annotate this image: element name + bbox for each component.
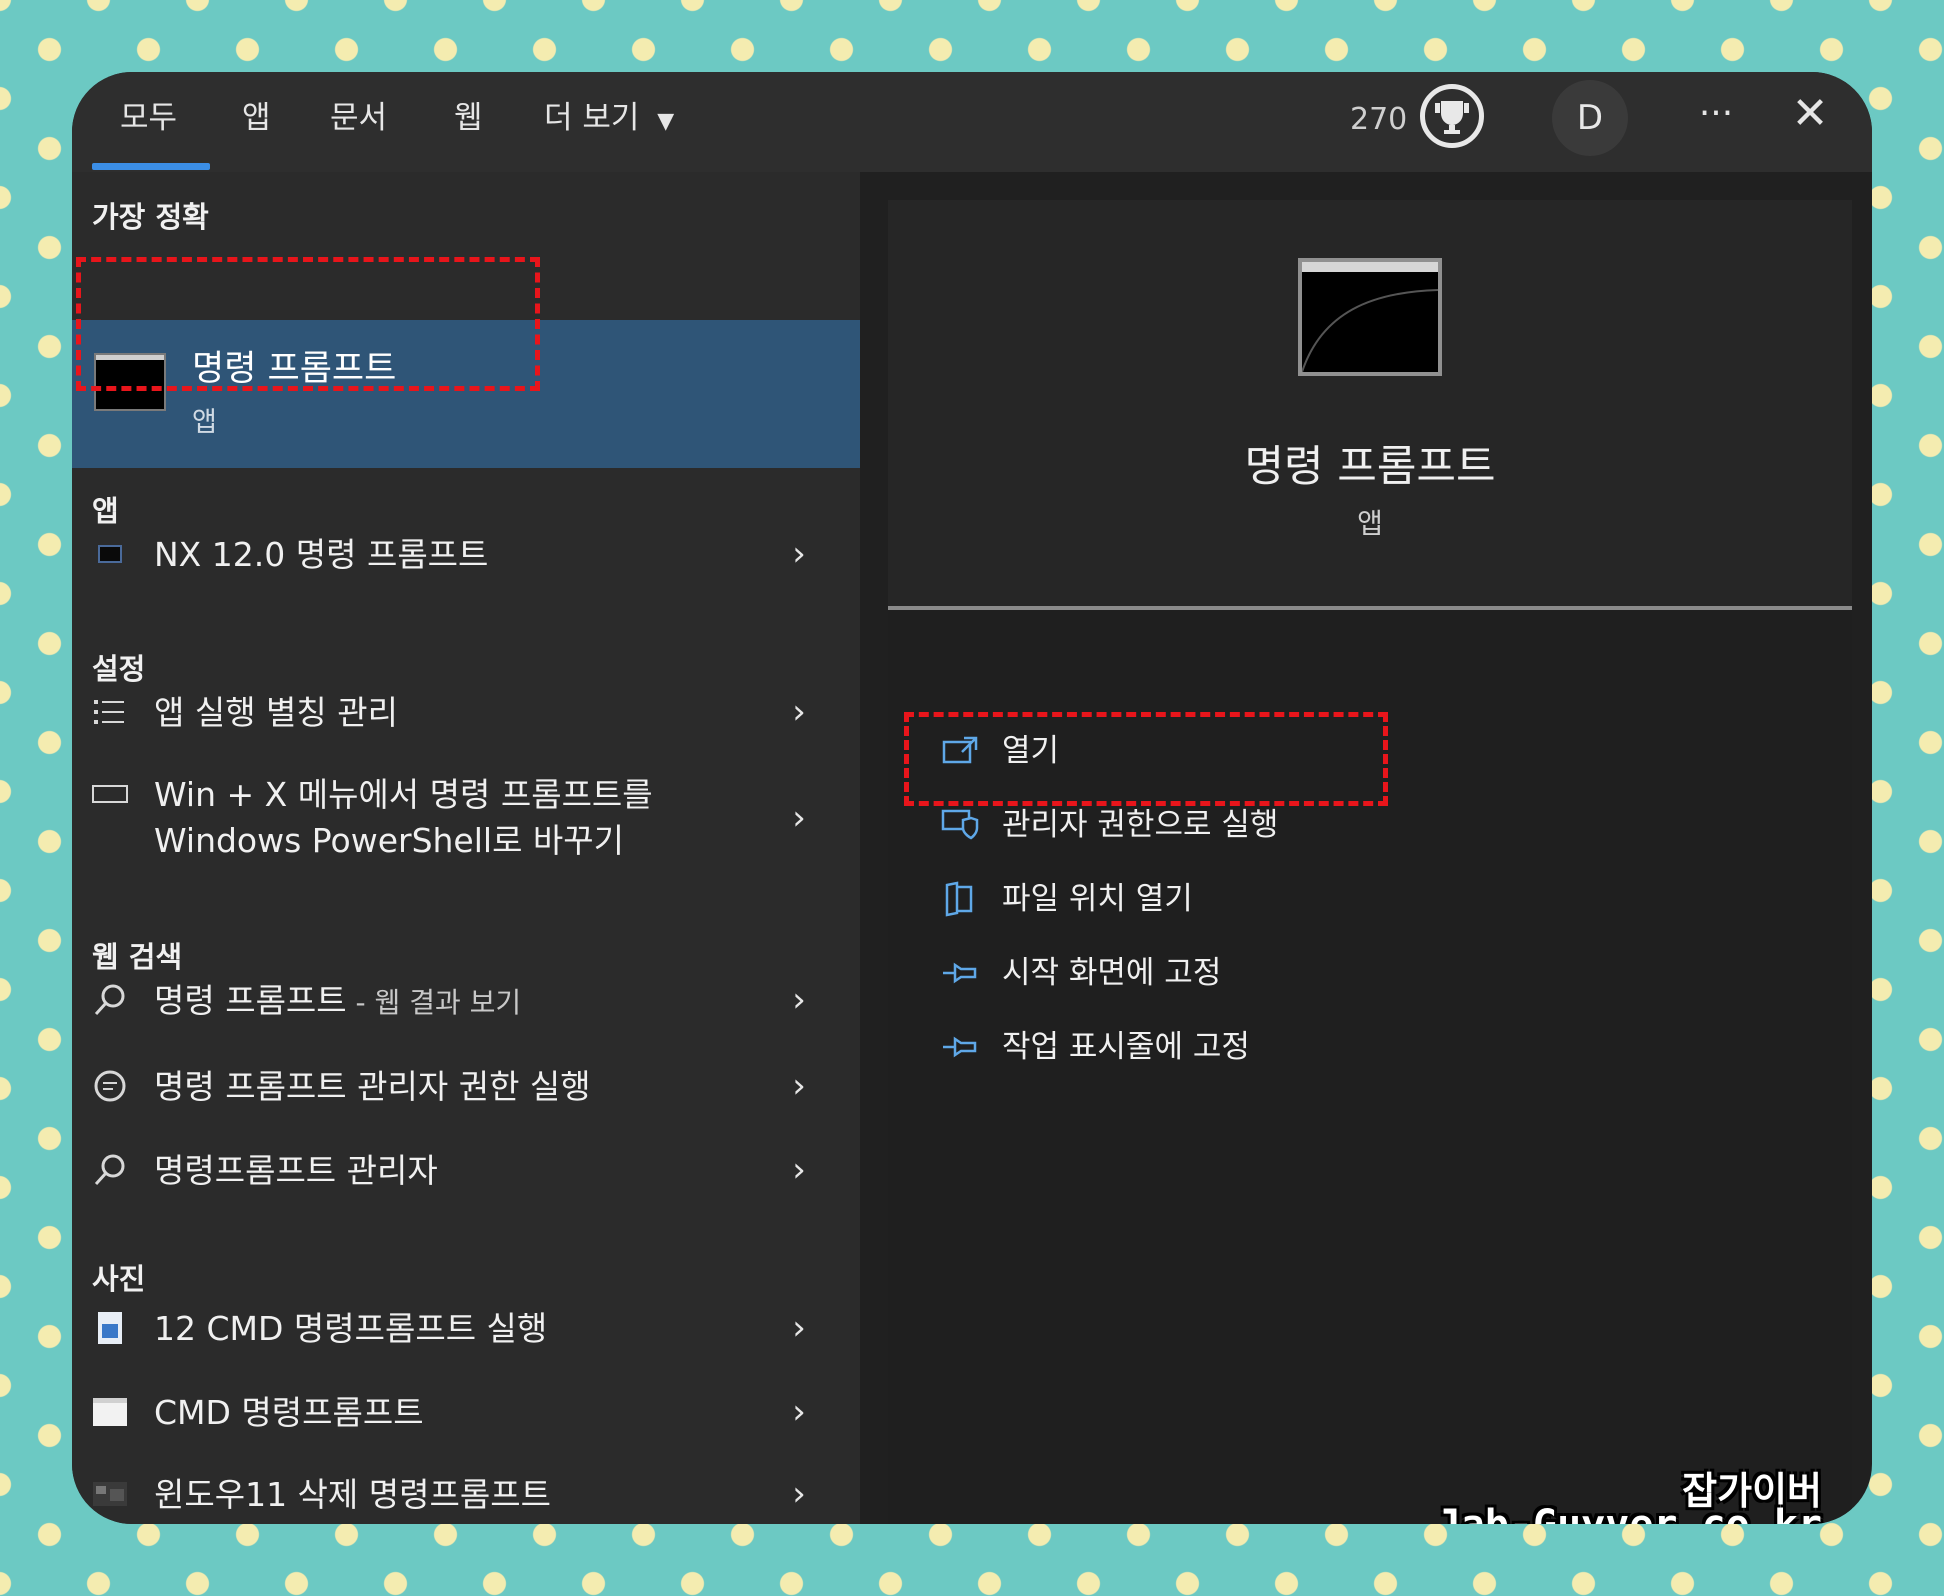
tab-apps[interactable]: 앱: [242, 90, 271, 146]
chevron-right-icon[interactable]: ›: [784, 1148, 814, 1192]
action-label: 관리자 권한으로 실행: [1002, 807, 1279, 843]
command-prompt-large-icon: [1298, 258, 1442, 376]
preview-header: 명령 프롬프트 앱: [888, 200, 1852, 606]
trophy-icon[interactable]: [1420, 84, 1484, 148]
preview-pane: 명령 프롬프트 앱 열기 관리자 권한으로 실행 파일 위치 열기 시작 화면에…: [888, 200, 1852, 1524]
chevron-right-icon[interactable]: ›: [784, 532, 814, 576]
list-icon: [88, 690, 132, 734]
divider: [888, 606, 1852, 610]
pin-icon: [938, 1025, 982, 1069]
tab-documents[interactable]: 문서: [330, 90, 387, 146]
rewards-points: 270: [1350, 102, 1408, 137]
chevron-right-icon[interactable]: ›: [784, 1306, 814, 1350]
section-best-match: 가장 정확: [92, 200, 209, 234]
web-suffix: - 웹 결과 보기: [346, 986, 522, 1019]
image-file-icon: [88, 1390, 132, 1434]
folder-icon: [938, 877, 982, 921]
section-web-search: 웹 검색: [92, 940, 183, 974]
action-label: 작업 표시줄에 고정: [1002, 1029, 1250, 1065]
search-topbar: 모두 앱 문서 웹 더 보기 ▼ 270 D ··· ✕: [72, 72, 1872, 172]
annotation-box-best-match: [76, 257, 540, 391]
active-tab-indicator: [92, 163, 210, 170]
shield-icon: [938, 803, 982, 847]
keyboard-icon: [88, 772, 132, 816]
chevron-down-icon: ▼: [657, 109, 675, 134]
section-settings: 설정: [92, 652, 146, 686]
search-window: 모두 앱 문서 웹 더 보기 ▼ 270 D ··· ✕ 가장 정확 명령 프롬…: [72, 72, 1872, 1524]
action-label: 파일 위치 열기: [1002, 881, 1193, 917]
chevron-right-icon[interactable]: ›: [784, 796, 814, 840]
list-item-label: 명령 프롬프트 - 웹 결과 보기: [154, 978, 521, 1026]
image-file-icon: [88, 1472, 132, 1516]
image-file-icon: [88, 1306, 132, 1350]
list-item-label: NX 12.0 명령 프롬프트: [154, 535, 489, 574]
list-item-label: 명령 프롬프트 관리자 권한 실행: [154, 1067, 591, 1106]
pin-icon: [938, 951, 982, 995]
list-item-winx-powershell[interactable]: Win + X 메뉴에서 명령 프롬프트를 Windows PowerShell…: [72, 772, 860, 864]
chevron-right-icon[interactable]: ›: [784, 1390, 814, 1434]
section-apps: 앱: [92, 494, 119, 528]
chat-icon: [88, 1064, 132, 1108]
preview-type: 앱: [1357, 507, 1383, 540]
terminal-icon: [88, 532, 132, 576]
list-item-label: CMD 명령프롬프트: [154, 1393, 424, 1432]
best-match-type: 앱: [192, 407, 217, 438]
chevron-right-icon[interactable]: ›: [784, 690, 814, 734]
list-item-label: 윈도우11 삭제 명령프롬프트: [154, 1475, 551, 1514]
preview-title: 명령 프롬프트: [1244, 442, 1496, 492]
chevron-right-icon[interactable]: ›: [784, 1472, 814, 1516]
list-item-label: 12 CMD 명령프롬프트 실행: [154, 1309, 548, 1348]
avatar[interactable]: D: [1552, 80, 1628, 156]
section-photos: 사진: [92, 1262, 146, 1296]
chevron-right-icon[interactable]: ›: [784, 1064, 814, 1108]
web-query: 명령 프롬프트: [154, 981, 347, 1020]
action-label: 시작 화면에 고정: [1002, 955, 1222, 991]
list-item-label: 앱 실행 별칭 관리: [154, 693, 398, 732]
chevron-right-icon[interactable]: ›: [784, 978, 814, 1022]
list-item-label: 명령프롬프트 관리자: [154, 1151, 438, 1190]
search-icon: [88, 1148, 132, 1192]
annotation-box-run-as-admin: [904, 712, 1388, 806]
tab-more-label: 더 보기: [544, 100, 640, 136]
list-item-line1: Win + X 메뉴에서 명령 프롬프트를: [154, 775, 653, 814]
tab-all[interactable]: 모두: [120, 90, 177, 146]
tab-web[interactable]: 웹: [454, 90, 483, 146]
tab-more[interactable]: 더 보기 ▼: [544, 90, 674, 146]
close-icon[interactable]: ✕: [1780, 86, 1840, 146]
search-icon: [88, 978, 132, 1022]
more-options-icon[interactable]: ···: [1686, 86, 1746, 146]
watermark-url: Jab-Guyver.co.kr: [1437, 1502, 1822, 1524]
list-item-line2: Windows PowerShell로 바꾸기: [154, 821, 625, 860]
